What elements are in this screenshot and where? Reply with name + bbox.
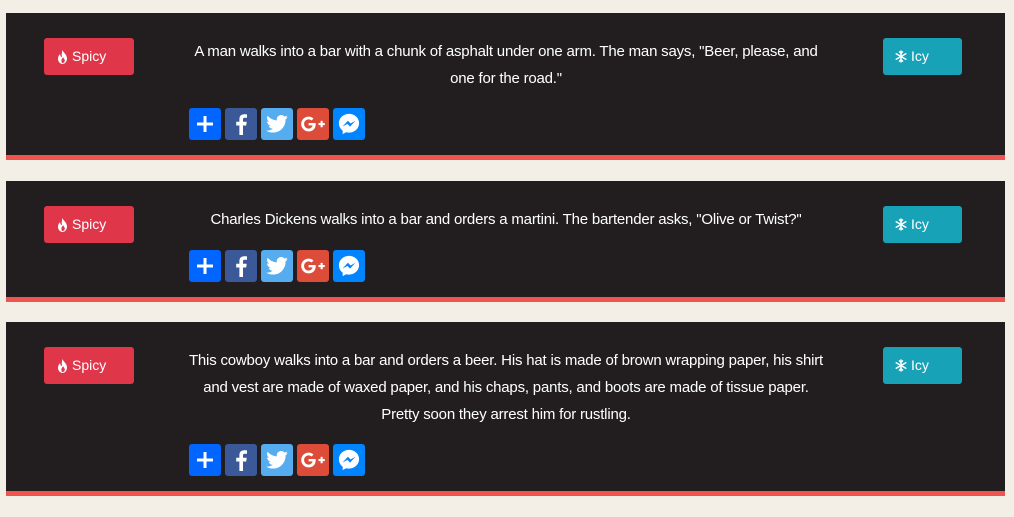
icy-label: Icy <box>911 216 929 232</box>
joke-text: A man walks into a bar with a chunk of a… <box>194 43 818 87</box>
messenger-icon[interactable] <box>333 108 365 140</box>
spicy-button[interactable]: Spicy <box>44 206 134 243</box>
messenger-icon[interactable] <box>333 250 365 282</box>
joke-card: Spicy A man walks into a bar with a chun… <box>6 13 1005 160</box>
icy-label: Icy <box>911 357 929 373</box>
share-bar <box>189 250 365 282</box>
share-bar <box>189 108 365 140</box>
add-icon[interactable] <box>189 444 221 476</box>
add-icon[interactable] <box>189 250 221 282</box>
share-bar <box>189 444 365 476</box>
icy-label: Icy <box>911 48 929 64</box>
joke-card: Spicy This cowboy walks into a bar and o… <box>6 322 1005 496</box>
twitter-icon[interactable] <box>261 444 293 476</box>
flame-icon <box>56 217 68 232</box>
google-plus-icon[interactable] <box>297 444 329 476</box>
add-icon[interactable] <box>189 108 221 140</box>
snowflake-icon <box>895 50 907 64</box>
google-plus-icon[interactable] <box>297 250 329 282</box>
twitter-icon[interactable] <box>261 250 293 282</box>
joke-text: Charles Dickens walks into a bar and ord… <box>210 211 802 228</box>
twitter-icon[interactable] <box>261 108 293 140</box>
messenger-icon[interactable] <box>333 444 365 476</box>
spicy-button[interactable]: Spicy <box>44 38 134 75</box>
flame-icon <box>56 358 68 373</box>
joke-card: Spicy Charles Dickens walks into a bar a… <box>6 181 1005 302</box>
facebook-icon[interactable] <box>225 444 257 476</box>
google-plus-icon[interactable] <box>297 108 329 140</box>
snowflake-icon <box>895 359 907 373</box>
facebook-icon[interactable] <box>225 108 257 140</box>
spicy-label: Spicy <box>72 48 107 64</box>
spicy-label: Spicy <box>72 357 107 373</box>
facebook-icon[interactable] <box>225 250 257 282</box>
joke-text: This cowboy walks into a bar and orders … <box>188 352 824 423</box>
spicy-label: Spicy <box>72 216 107 232</box>
spicy-button[interactable]: Spicy <box>44 347 134 384</box>
snowflake-icon <box>895 218 907 232</box>
icy-button[interactable]: Icy <box>883 206 962 243</box>
flame-icon <box>56 49 68 64</box>
icy-button[interactable]: Icy <box>883 38 962 75</box>
icy-button[interactable]: Icy <box>883 347 962 384</box>
joke-list: Spicy A man walks into a bar with a chun… <box>0 0 1014 517</box>
